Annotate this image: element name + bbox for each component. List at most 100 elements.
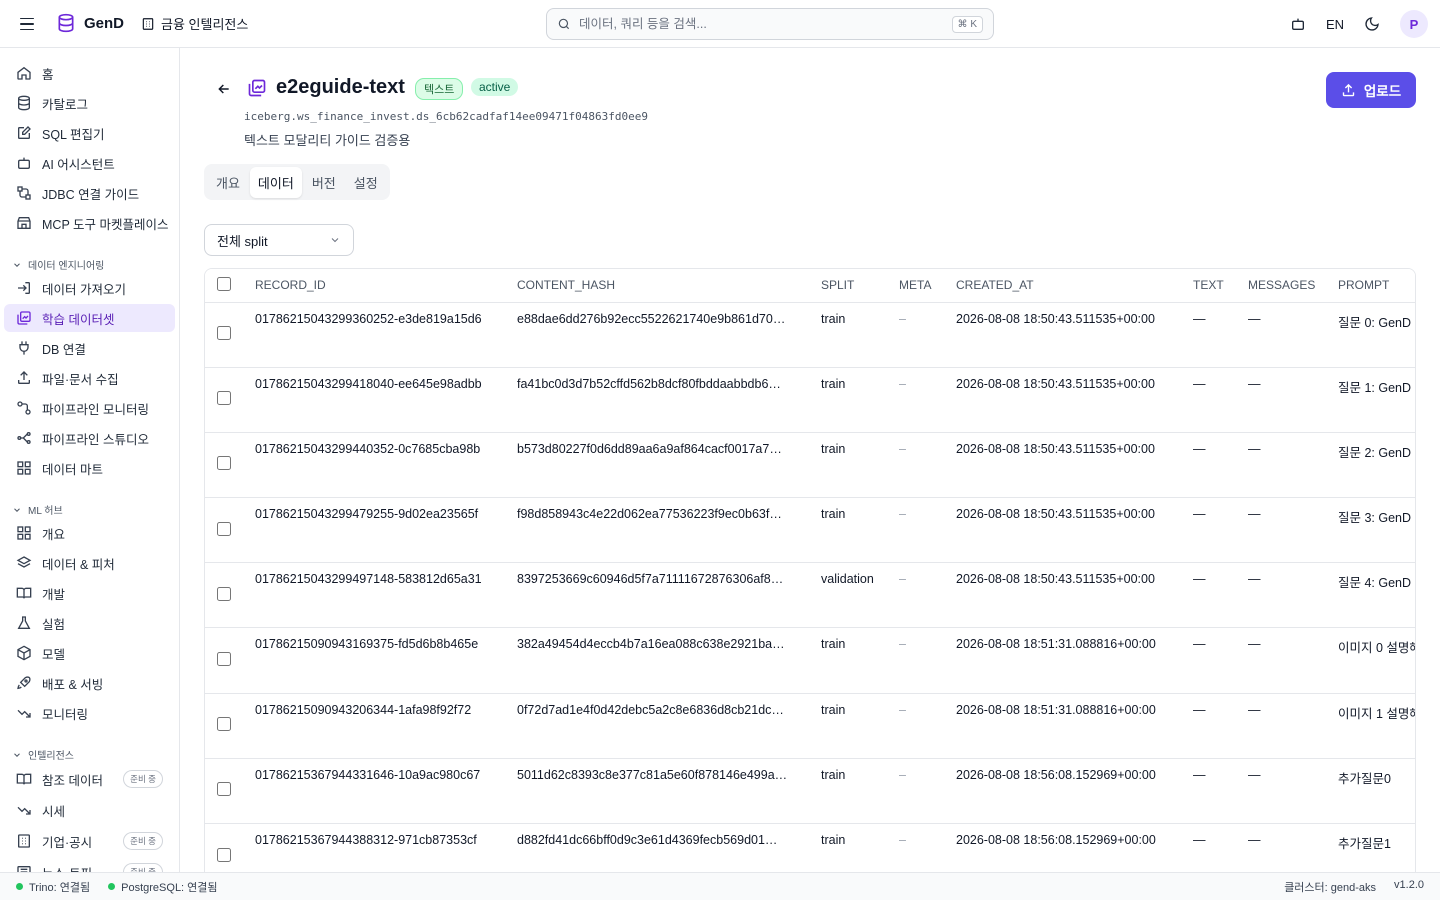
- sidebar-item-data-import[interactable]: 데이터 가져오기: [4, 274, 175, 302]
- sidebar-item-ml-monitoring[interactable]: 모니터링: [4, 699, 175, 727]
- sidebar-item-label: 파이프라인 스튜디오: [42, 432, 149, 447]
- upload-button[interactable]: 업로드: [1326, 72, 1416, 108]
- split-filter-select[interactable]: 전체 split: [204, 224, 354, 256]
- cell-meta: –: [899, 823, 956, 872]
- sidebar-item-label: AI 어시스턴트: [42, 157, 115, 172]
- cell-text: —: [1193, 627, 1248, 694]
- trend-icon: [17, 806, 31, 815]
- row-checkbox[interactable]: [217, 521, 231, 536]
- cell-created-at: 2026-08-08 18:50:43.511535+00:00: [956, 367, 1193, 433]
- column-header-text[interactable]: TEXT: [1193, 269, 1248, 303]
- grid-icon: [17, 526, 31, 540]
- table-row[interactable]: 01786215090943169375-fd5d6b8b465e 382a494…: [205, 627, 1415, 694]
- sidebar-item-development[interactable]: 개발: [4, 579, 175, 607]
- tab-overview[interactable]: 개요: [208, 167, 248, 198]
- search-shortcut: ⌘ K: [951, 15, 983, 33]
- cell-prompt: 이미지 1 설명해줘: [1338, 693, 1415, 759]
- sidebar-item-corporate-filings[interactable]: 기업·공시 준비 중: [4, 827, 175, 855]
- section-ml-hub[interactable]: ML 허브: [12, 502, 63, 517]
- sidebar-item-pipeline-monitoring[interactable]: 파이프라인 모니터링: [4, 394, 175, 422]
- cell-split: train: [821, 302, 899, 368]
- language-toggle[interactable]: EN: [1326, 17, 1344, 32]
- row-checkbox[interactable]: [217, 782, 231, 797]
- status-dot: [108, 883, 116, 890]
- records-table: RECORD_ID CONTENT_HASH SPLIT META CREATE…: [204, 268, 1416, 872]
- table-row[interactable]: 01786215367944388312-971cb87353cf d882fd4…: [205, 823, 1415, 872]
- cell-prompt: 질문 0: GenD 는: [1338, 302, 1415, 368]
- sidebar-item-experiments[interactable]: 실험: [4, 609, 175, 637]
- column-header-content-hash[interactable]: CONTENT_HASH: [517, 269, 821, 303]
- table-row[interactable]: 01786215367944331646-10a9ac980c67 5011d62…: [205, 758, 1415, 825]
- column-header-split[interactable]: SPLIT: [821, 269, 899, 303]
- menu-icon[interactable]: [16, 14, 38, 34]
- cell-meta: –: [899, 432, 956, 499]
- table-row[interactable]: 01786215043299479255-9d02ea23565f f98d858…: [205, 497, 1415, 564]
- tab-data[interactable]: 데이터: [249, 166, 302, 198]
- column-header-created-at[interactable]: CREATED_AT: [956, 269, 1193, 303]
- sidebar-item-home[interactable]: 홈: [4, 59, 175, 87]
- section-intelligence[interactable]: 인텔리전스: [12, 747, 74, 762]
- row-checkbox[interactable]: [217, 326, 231, 341]
- cell-messages: —: [1248, 302, 1338, 368]
- section-data-engineering[interactable]: 데이터 엔지니어링: [12, 257, 104, 272]
- workspace-name: 금융 인텔리전스: [161, 17, 249, 32]
- row-checkbox[interactable]: [217, 717, 231, 732]
- import-icon: [18, 282, 30, 294]
- sidebar-item-deploy-serving[interactable]: 배포 & 서빙: [4, 669, 175, 697]
- avatar[interactable]: P: [1400, 10, 1428, 38]
- trend-icon: [17, 709, 31, 718]
- search-input[interactable]: [579, 17, 952, 31]
- sidebar-item-label: 실험: [42, 617, 66, 632]
- cell-record-id: 01786215043299360252-e3de819a15d6: [255, 302, 517, 368]
- sidebar-item-label: MCP 도구 마켓플레이스: [42, 217, 169, 232]
- sidebar-item-jdbc-guide[interactable]: JDBC 연결 가이드: [4, 179, 175, 207]
- sidebar-item-reference-data[interactable]: 참조 데이터 준비 중: [4, 765, 175, 793]
- layers-icon: [16, 556, 32, 568]
- column-header-meta[interactable]: META: [899, 269, 956, 303]
- table-row[interactable]: 01786215043299440352-0c7685cba98b b573d80…: [205, 432, 1415, 499]
- row-checkbox[interactable]: [217, 456, 231, 471]
- table-row[interactable]: 01786215090943206344-1afa98f92f72 0f72d7a…: [205, 693, 1415, 759]
- sidebar-item-label: 모니터링: [42, 707, 89, 722]
- app-logo[interactable]: GenD: [56, 13, 124, 33]
- cell-text: —: [1193, 562, 1248, 629]
- moon-icon[interactable]: [1364, 16, 1380, 32]
- sidebar-item-models[interactable]: 모델: [4, 639, 175, 667]
- sidebar-item-mcp-marketplace[interactable]: MCP 도구 마켓플레이스: [4, 209, 175, 237]
- cell-prompt: 질문 2: GenD 는: [1338, 432, 1415, 499]
- sidebar-item-ml-overview[interactable]: 개요: [4, 519, 175, 547]
- cell-split: train: [821, 367, 899, 433]
- sidebar-item-market-prices[interactable]: 시세: [4, 796, 175, 824]
- row-checkbox[interactable]: [217, 847, 231, 862]
- cell-meta: –: [899, 562, 956, 629]
- workspace-selector[interactable]: 금융 인텔리전스: [141, 14, 248, 33]
- chevron-down-icon: [331, 238, 339, 243]
- sidebar-item-ai-assistant[interactable]: AI 어시스턴트: [4, 149, 175, 177]
- sidebar-item-training-datasets[interactable]: 학습 데이터셋: [4, 304, 175, 332]
- back-button[interactable]: [213, 78, 235, 100]
- table-row[interactable]: 01786215043299497148-583812d65a31 8397253…: [205, 562, 1415, 629]
- column-header-prompt[interactable]: PROMPT: [1338, 269, 1415, 303]
- global-search[interactable]: ⌘ K: [546, 8, 994, 40]
- cell-prompt: 이미지 0 설명해줘: [1338, 627, 1415, 694]
- sidebar-item-data-features[interactable]: 데이터 & 피처: [4, 549, 175, 577]
- sidebar-item-pipeline-studio[interactable]: 파이프라인 스튜디오: [4, 424, 175, 452]
- sidebar-item-db-connection[interactable]: DB 연결: [4, 334, 175, 362]
- sidebar-item-label: 카탈로그: [42, 97, 89, 112]
- sidebar-item-file-ingestion[interactable]: 파일·문서 수집: [4, 364, 175, 392]
- sidebar-item-sql-editor[interactable]: SQL 편집기: [4, 119, 175, 147]
- tab-settings[interactable]: 설정: [346, 167, 386, 198]
- select-all-checkbox[interactable]: [217, 276, 231, 291]
- row-checkbox[interactable]: [217, 652, 231, 667]
- table-row[interactable]: 01786215043299360252-e3de819a15d6 e88dae6…: [205, 302, 1415, 368]
- column-header-messages[interactable]: MESSAGES: [1248, 269, 1338, 303]
- column-header-record-id[interactable]: RECORD_ID: [255, 269, 517, 303]
- tab-versions[interactable]: 버전: [304, 167, 344, 198]
- sidebar-item-news-topics[interactable]: 뉴스·토픽 준비 중: [4, 858, 175, 872]
- sidebar-item-catalog[interactable]: 카탈로그: [4, 89, 175, 117]
- row-checkbox[interactable]: [217, 586, 231, 601]
- table-row[interactable]: 01786215043299418040-ee645e98adbb fa41bc0…: [205, 367, 1415, 433]
- bot-icon[interactable]: [1290, 16, 1306, 32]
- row-checkbox[interactable]: [217, 391, 231, 406]
- sidebar-item-data-mart[interactable]: 데이터 마트: [4, 454, 175, 482]
